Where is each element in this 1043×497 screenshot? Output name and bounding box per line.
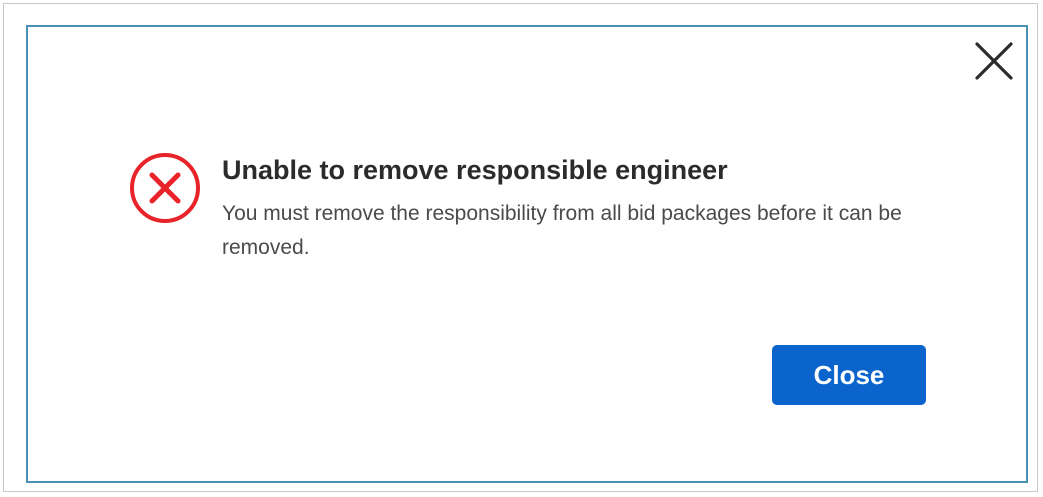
- error-dialog: Unable to remove responsible engineer Yo…: [26, 25, 1028, 483]
- dialog-close-button[interactable]: [972, 39, 1016, 83]
- close-icon: [975, 42, 1013, 80]
- close-button[interactable]: Close: [772, 345, 926, 405]
- error-icon: [130, 153, 200, 223]
- screenshot-frame: Unable to remove responsible engineer Yo…: [3, 3, 1038, 492]
- dialog-title: Unable to remove responsible engineer: [222, 155, 728, 185]
- dialog-message: You must remove the responsibility from …: [222, 202, 902, 259]
